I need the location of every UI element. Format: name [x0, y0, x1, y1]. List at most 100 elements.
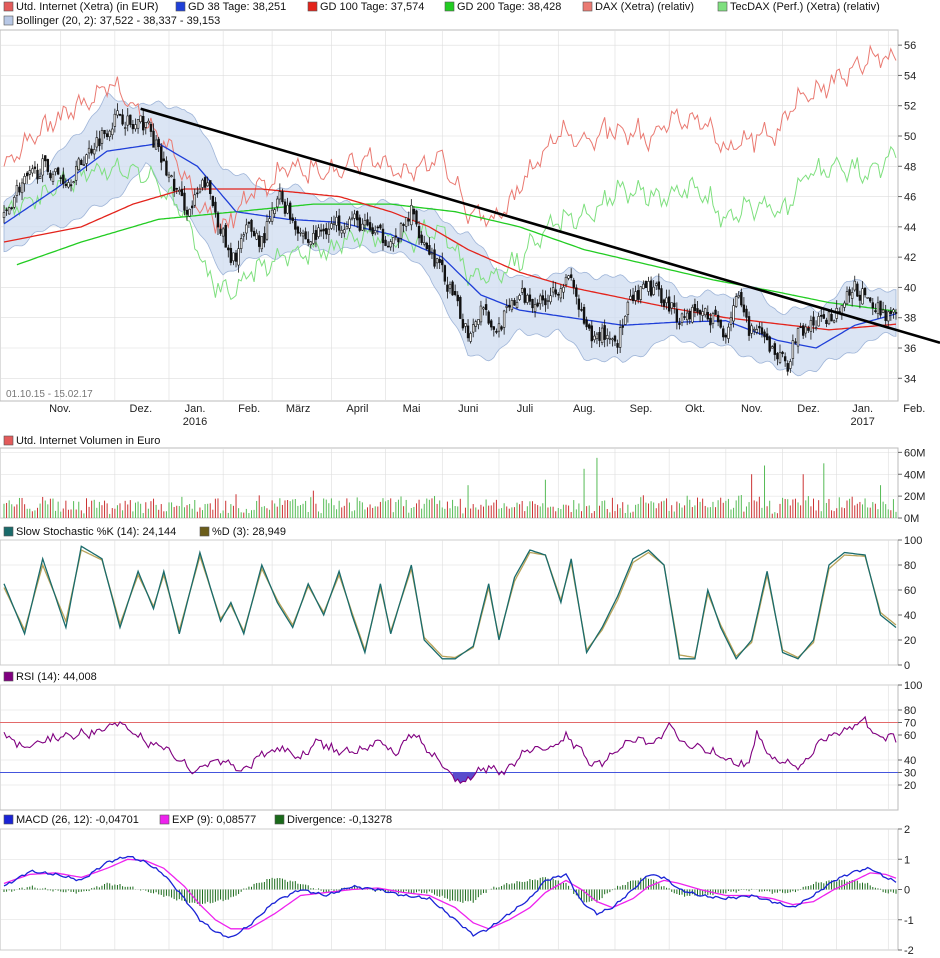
candle-body — [567, 275, 570, 279]
volume-plot-frame — [0, 447, 899, 519]
candle-body — [270, 209, 274, 222]
candle-body — [160, 146, 163, 163]
price-panel: 34 36 38 40 42 44 46 48 50 52 54 56 01.10.15 - 15.0… — [0, 29, 940, 402]
y-tick-label: 0M — [904, 513, 919, 525]
candle-body — [198, 188, 202, 193]
candle-body — [459, 296, 462, 319]
y-tick-label: 20 — [904, 635, 916, 647]
candle-body — [665, 297, 668, 304]
x-tick-label: Dez. — [797, 403, 820, 415]
date-range-label: 01.10.15 - 15.02.17 — [6, 389, 93, 400]
y-tick-label: 46 — [904, 192, 916, 204]
candle-body — [216, 212, 220, 228]
candle-body — [582, 306, 586, 324]
candle-body — [100, 130, 104, 144]
candle-body — [381, 228, 385, 244]
candle-body — [709, 317, 712, 326]
candle-body — [162, 158, 166, 162]
candle-body — [288, 202, 292, 220]
candle-body — [510, 300, 514, 311]
volume-y-axis: 0M 20M 40M 60M — [898, 447, 925, 525]
candle-body — [108, 130, 111, 138]
legend-bollinger-label: Bollinger (20, 2): 37,522 - 38,337 - 39,… — [16, 15, 220, 27]
stock-chart: Utd. Internet (Xetra) (in EUR) GD 38 Tag… — [0, 1, 940, 957]
legend-price-label: Utd. Internet (Xetra) (in EUR) — [16, 1, 158, 13]
legend-swatch-dax — [582, 1, 593, 12]
x-tick-label: Jan. — [185, 403, 206, 415]
candle-body — [389, 241, 392, 248]
candle-body — [446, 284, 449, 292]
y-tick-label: 100 — [904, 535, 922, 547]
candle-body — [750, 325, 753, 334]
y-tick-label: 40 — [904, 755, 916, 767]
candle-body — [211, 195, 215, 207]
candle-body — [190, 205, 194, 209]
candle-body — [887, 311, 890, 322]
candle-body — [178, 190, 181, 192]
x-tick-label: Aug. — [573, 403, 596, 415]
x-tick-label: Sep. — [630, 403, 653, 415]
candle-body — [54, 168, 57, 173]
candle-body — [386, 245, 390, 248]
candle-body — [69, 184, 73, 187]
candle-body — [593, 335, 596, 341]
candle-body — [866, 297, 869, 299]
candle-body — [355, 211, 359, 221]
candle-body — [502, 310, 506, 328]
candle-body — [448, 283, 452, 289]
candle-body — [688, 311, 691, 320]
candle-body — [884, 310, 887, 321]
candle-body — [330, 223, 333, 229]
candle-body — [118, 114, 122, 116]
candle-body — [490, 320, 493, 328]
candle-body — [74, 166, 78, 181]
candle-body — [472, 324, 475, 333]
candle-body — [265, 221, 269, 240]
candle-body — [693, 303, 697, 312]
candle-body — [337, 215, 341, 231]
stoch-plot-frame — [0, 539, 899, 666]
candle-body — [123, 127, 127, 129]
candle-body — [7, 207, 11, 215]
candle-body — [5, 209, 8, 212]
candle-body — [77, 158, 80, 170]
candle-body — [36, 169, 39, 180]
candle-body — [727, 326, 730, 339]
y-tick-label: 52 — [904, 101, 916, 113]
candle-body — [239, 238, 243, 249]
candle-body — [2, 212, 6, 218]
candle-body — [149, 123, 153, 132]
candle-body — [608, 337, 612, 340]
rsi-legend: RSI (14): 44,008 — [3, 671, 97, 683]
candle-body — [407, 218, 410, 222]
candle-body — [734, 296, 738, 307]
candle-body — [479, 305, 483, 323]
candle-body — [526, 294, 529, 303]
candle-body — [314, 230, 318, 240]
candle-body — [183, 192, 186, 211]
candle-body — [255, 232, 258, 240]
candle-body — [497, 323, 501, 332]
candle-body — [515, 301, 519, 308]
candle-body — [319, 229, 323, 232]
candle-body — [477, 319, 480, 325]
candle-body — [575, 287, 578, 297]
candle-body — [201, 179, 204, 188]
candle-body — [366, 219, 369, 226]
y-tick-label: 38 — [904, 313, 916, 325]
candle-body — [613, 335, 617, 342]
candle-body — [402, 224, 405, 226]
candle-body — [781, 351, 784, 355]
candle-body — [23, 176, 26, 184]
candle-body — [46, 159, 50, 172]
candle-body — [590, 325, 593, 342]
candle-body — [121, 114, 124, 125]
candle-body — [544, 298, 547, 306]
stoch-legend: Slow Stochastic %K (14): 24,144 %D (3): … — [3, 526, 286, 538]
candle-body — [420, 234, 423, 243]
candle-body — [557, 293, 560, 296]
candle-body — [755, 329, 758, 333]
candle-body — [175, 188, 178, 190]
candle-body — [729, 317, 733, 325]
candle-body — [307, 239, 310, 243]
